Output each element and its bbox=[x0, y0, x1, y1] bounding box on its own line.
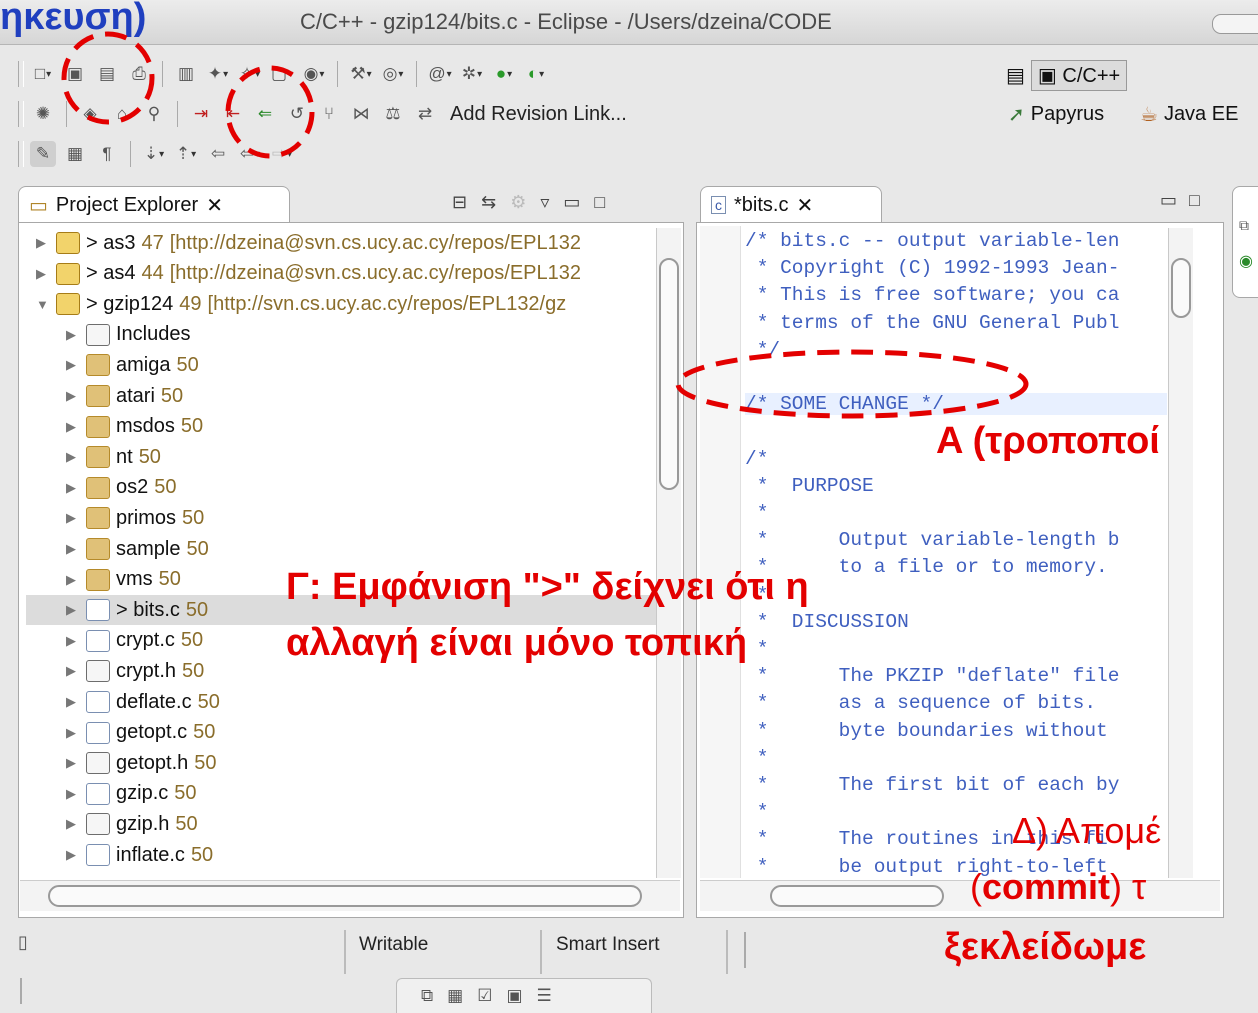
annotation-g-line2: αλλαγή είναι μόνο τοπική bbox=[286, 622, 748, 664]
annotation-g-line1: Γ: Εμφάνιση ">" δείχνει ότι η bbox=[286, 566, 809, 608]
annotation-d-line1: Δ) Απομέ bbox=[1012, 810, 1162, 851]
annotation-d-rest: ) τ bbox=[1110, 866, 1147, 907]
annotation-d-commit: commit bbox=[982, 866, 1111, 907]
annotation-overlay bbox=[61, 31, 1029, 419]
annotation-circle-save bbox=[61, 31, 155, 125]
annotation-a: A (τροποποί bbox=[936, 420, 1160, 462]
annotation-d-open: ( bbox=[970, 866, 982, 907]
annotation-ellipse-change bbox=[675, 349, 1029, 419]
annotation-circle-svn bbox=[225, 65, 315, 159]
annotation-d-line3: ξεκλείδωμε bbox=[944, 926, 1147, 968]
annotation-d-line2: (commit) τ bbox=[970, 866, 1146, 908]
